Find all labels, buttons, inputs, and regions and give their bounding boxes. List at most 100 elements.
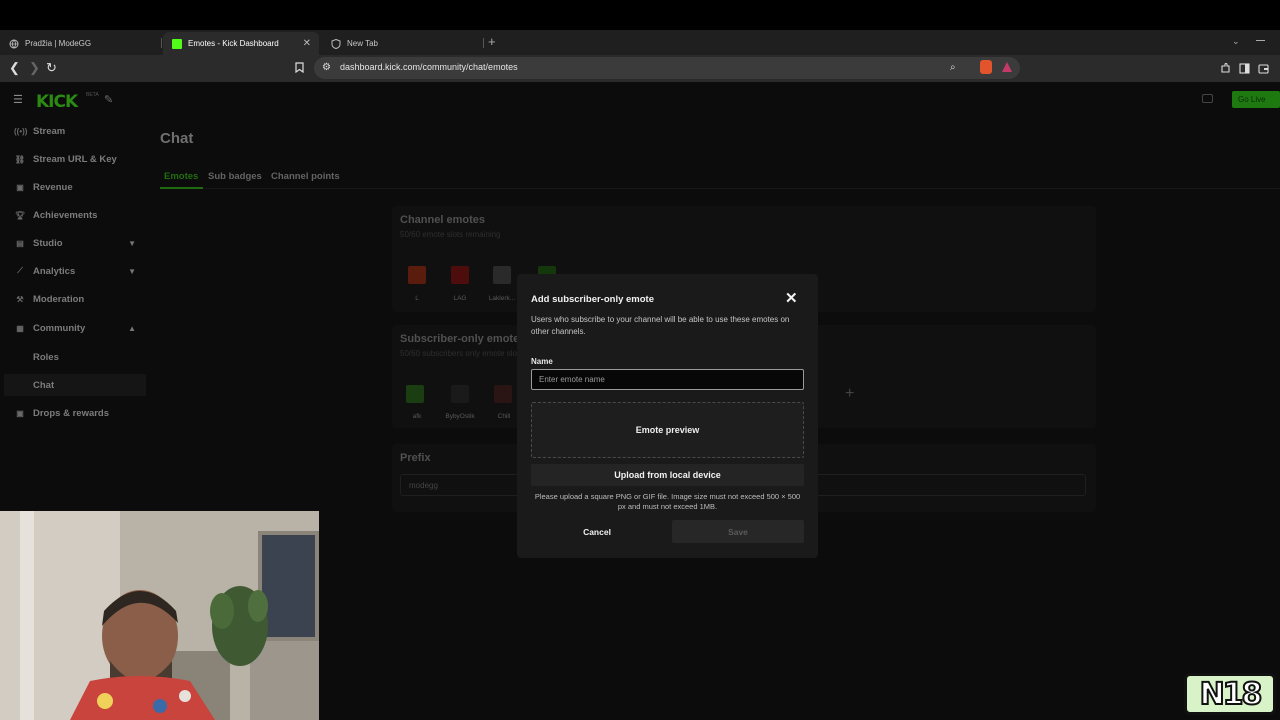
chevron-up-icon: ▲ bbox=[128, 323, 136, 333]
sidebar-item-label: Revenue bbox=[33, 181, 73, 193]
kick-favicon-icon bbox=[172, 38, 182, 49]
emote-label: Laklerk... bbox=[488, 295, 516, 302]
hammer-icon: ⚒ bbox=[16, 294, 24, 304]
channel-emotes-title: Channel emotes bbox=[400, 214, 485, 226]
tab-emotes-kick-dashboard[interactable]: Emotes - Kick Dashboard ✕ bbox=[163, 32, 319, 55]
emote-thumbnail[interactable] bbox=[406, 385, 424, 403]
save-button[interactable]: Save bbox=[672, 520, 804, 543]
sidebar-item-achievements[interactable]: 🏆︎ Achievements bbox=[14, 205, 146, 225]
tab-channel-points[interactable]: Channel points bbox=[271, 171, 340, 182]
tab-new-tab[interactable]: New Tab bbox=[322, 32, 482, 55]
link-icon: ⛓ bbox=[14, 154, 26, 164]
browser-toolbar: ❮ ❯ ↻ ⚙ dashboard.kick.com/community/cha… bbox=[0, 55, 1280, 82]
reload-icon[interactable]: ↻ bbox=[46, 60, 57, 76]
go-live-button[interactable]: Go Live bbox=[1232, 91, 1280, 108]
tab-divider bbox=[161, 38, 162, 48]
trophy-icon: 🏆︎ bbox=[14, 210, 26, 220]
globe-icon bbox=[9, 39, 19, 49]
upload-from-device-button[interactable]: Upload from local device bbox=[531, 464, 804, 486]
close-tab-icon[interactable]: ✕ bbox=[303, 38, 311, 49]
wallet-icon[interactable] bbox=[1258, 62, 1269, 77]
tab-emotes[interactable]: Emotes bbox=[164, 171, 198, 182]
tab-title: Pradžia | ModeGG bbox=[25, 39, 92, 48]
emote-name-input[interactable] bbox=[531, 369, 804, 390]
chevron-down-icon: ▼ bbox=[128, 266, 136, 276]
modal-description: Users who subscribe to your channel will… bbox=[531, 315, 790, 336]
chevron-down-icon: ▼ bbox=[128, 238, 136, 248]
prefix-title: Prefix bbox=[400, 452, 431, 464]
revenue-icon: ▣ bbox=[16, 182, 24, 192]
add-emote-plus-icon[interactable]: + bbox=[845, 385, 854, 403]
back-arrow-icon[interactable]: ❮ bbox=[9, 60, 20, 76]
name-label: Name bbox=[531, 357, 553, 366]
sidebar-selected-highlight bbox=[4, 374, 146, 396]
prefix-value: modegg bbox=[409, 481, 438, 490]
emote-thumbnail[interactable] bbox=[493, 266, 511, 284]
add-emote-modal: Add subscriber-only emote ✕ Users who su… bbox=[517, 274, 818, 558]
url-text[interactable]: dashboard.kick.com/community/chat/emotes bbox=[340, 62, 518, 72]
pin-icon[interactable]: ✎ bbox=[104, 93, 113, 106]
sidebar-item-studio[interactable]: ▤ Studio ▼ bbox=[14, 233, 146, 253]
tabs-divider bbox=[160, 188, 1280, 189]
bookmark-icon[interactable] bbox=[295, 61, 304, 76]
sidebar-item-label: Drops & rewards bbox=[33, 407, 110, 419]
emote-thumbnail[interactable] bbox=[451, 266, 469, 284]
webcam-video-frame bbox=[0, 511, 319, 720]
sidebar-item-stream-url-key[interactable]: ⛓ Stream URL & Key bbox=[14, 149, 146, 169]
close-icon[interactable]: ✕ bbox=[785, 289, 798, 307]
community-icon: ▦ bbox=[16, 323, 24, 333]
sidebar-item-label: Stream URL & Key bbox=[33, 153, 117, 165]
sidebar-subitem-chat[interactable]: Chat bbox=[33, 380, 54, 391]
address-bar[interactable]: ⚙ dashboard.kick.com/community/chat/emot… bbox=[314, 57, 1020, 79]
n18-watermark-logo: N18 bbox=[1184, 673, 1276, 715]
site-settings-icon[interactable]: ⚙ bbox=[322, 62, 331, 73]
emote-thumbnail[interactable] bbox=[408, 266, 426, 284]
emote-label: L bbox=[415, 295, 419, 302]
extensions-icon[interactable] bbox=[1220, 62, 1231, 77]
emote-preview-dropzone[interactable]: Emote preview bbox=[531, 402, 804, 458]
brave-shields-icon[interactable] bbox=[980, 60, 992, 74]
zoom-search-icon[interactable]: ⌕ bbox=[950, 62, 956, 73]
cancel-button[interactable]: Cancel bbox=[531, 520, 663, 543]
new-tab-button[interactable]: + bbox=[488, 34, 496, 49]
sidebar-item-label: Analytics bbox=[33, 265, 76, 277]
sidebar-item-label: Studio bbox=[33, 237, 63, 249]
sidebar-item-label: Stream bbox=[33, 125, 66, 137]
sidebar-item-community[interactable]: ▦ Community ▲ bbox=[14, 318, 146, 338]
window-minimize-icon[interactable] bbox=[1256, 40, 1265, 41]
tab-title: Emotes - Kick Dashboard bbox=[188, 39, 279, 48]
webcam-overlay bbox=[0, 511, 319, 720]
tab-sub-badges[interactable]: Sub badges bbox=[208, 171, 262, 182]
emote-label: BybyOstik bbox=[445, 413, 475, 420]
sidebar-item-label: Community bbox=[33, 322, 86, 334]
tab-pradzia[interactable]: Pradžia | ModeGG bbox=[0, 32, 160, 55]
channel-emotes-subtitle: 50/60 emote slots remaining bbox=[400, 230, 501, 239]
emote-thumbnail[interactable] bbox=[451, 385, 469, 403]
emote-thumbnail[interactable] bbox=[494, 385, 512, 403]
broadcast-icon: ((•)) bbox=[14, 126, 28, 136]
brave-shield-icon bbox=[331, 38, 341, 49]
sidebar-item-moderation[interactable]: ⚒ Moderation bbox=[14, 289, 146, 309]
kick-logo[interactable]: KICK bbox=[36, 92, 78, 112]
hamburger-menu-icon[interactable]: ☰ bbox=[13, 93, 23, 106]
sidebar-subitem-roles[interactable]: Roles bbox=[33, 352, 59, 363]
emote-label: LAG bbox=[453, 295, 467, 302]
tab-search-chevron-icon[interactable]: ⌄ bbox=[1232, 36, 1240, 47]
page-title: Chat bbox=[160, 130, 194, 147]
brave-rewards-icon[interactable] bbox=[1002, 62, 1012, 72]
screen-icon[interactable] bbox=[1202, 94, 1213, 103]
sidebar-item-drops-rewards[interactable]: ▣ Drops & rewards bbox=[14, 403, 146, 423]
sidebar-item-label: Moderation bbox=[33, 293, 85, 305]
forward-arrow-icon[interactable]: ❯ bbox=[29, 60, 40, 76]
studio-icon: ▤ bbox=[16, 238, 24, 248]
sidebar-item-revenue[interactable]: ▣ Revenue bbox=[14, 177, 146, 197]
analytics-icon: ⟋ bbox=[17, 266, 23, 275]
sidebar-toggle-icon[interactable] bbox=[1239, 62, 1250, 77]
modal-title: Add subscriber-only emote bbox=[531, 294, 654, 305]
active-tab-underline bbox=[160, 187, 203, 189]
upload-help-text: Please upload a square PNG or GIF file. … bbox=[534, 492, 801, 511]
tab-divider bbox=[483, 38, 484, 48]
sidebar-item-label: Achievements bbox=[33, 209, 98, 221]
sidebar-item-stream[interactable]: ((•)) Stream bbox=[14, 121, 146, 141]
sidebar-item-analytics[interactable]: ⟋ Analytics ▼ bbox=[14, 261, 146, 281]
